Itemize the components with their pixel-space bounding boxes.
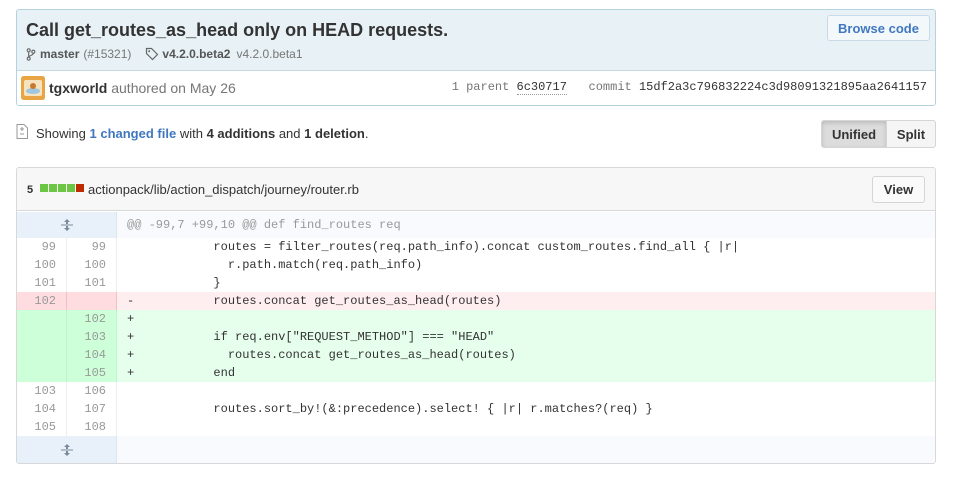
diff-lines: 99 99 routes = filter_routes(req.path_inf…	[17, 238, 935, 436]
file-header: 5 actionpack/lib/action_dispatch/journey…	[17, 168, 935, 211]
author-link[interactable]: tgxworld	[49, 80, 107, 96]
commit-title: Call get_routes_as_head only on HEAD req…	[26, 20, 449, 40]
unfold-icon	[60, 443, 73, 456]
code-line: }	[127, 276, 221, 290]
new-line-number[interactable]	[67, 292, 117, 310]
branch-link[interactable]: master	[40, 47, 79, 61]
diff-line: 103 106	[17, 382, 935, 400]
diffstat-block	[58, 184, 66, 192]
code-line: +	[127, 312, 135, 326]
old-line-number[interactable]	[17, 364, 67, 382]
new-line-number[interactable]: 100	[67, 256, 117, 274]
diffstat-block	[40, 184, 48, 192]
expand-down-button[interactable]	[17, 436, 117, 463]
new-line-number[interactable]: 102	[67, 310, 117, 328]
deletions-count: 1 deletion	[304, 126, 365, 141]
diff-line: 104 107 routes.sort_by!(&:precedence).sel…	[17, 400, 935, 418]
pull-request-link[interactable]: (#15321)	[83, 47, 131, 61]
hunk-header-row: @@ -99,7 +99,10 @@ def find_routes req	[17, 212, 935, 238]
showing-label: Showing	[36, 126, 86, 141]
old-line-number[interactable]	[17, 346, 67, 364]
diff-table: @@ -99,7 +99,10 @@ def find_routes req 9…	[17, 212, 935, 463]
expand-up-button[interactable]	[17, 212, 117, 238]
avatar[interactable]	[21, 76, 45, 100]
code-line: - routes.concat get_routes_as_head(route…	[127, 294, 502, 308]
diff-summary: Showing 1 changed file with 4 additions …	[36, 126, 368, 141]
new-line-number[interactable]: 104	[67, 346, 117, 364]
diff-view-toggle: Unified Split	[821, 120, 936, 148]
new-line-number[interactable]: 105	[67, 364, 117, 382]
code-line: r.path.match(req.path_info)	[127, 258, 423, 272]
parent-label: 1 parent	[451, 80, 510, 94]
diff-line: 104 + routes.concat get_routes_as_head(ro…	[17, 346, 935, 364]
commit-author-row: tgxworld authored on May 26 1 parent 6c3…	[17, 71, 935, 105]
tag-link-primary[interactable]: v4.2.0.beta2	[162, 47, 230, 61]
commit-shas: 1 parent 6c30717 commit 15df2a3c79683222…	[451, 80, 927, 95]
diff-line: 100 100 r.path.match(req.path_info)	[17, 256, 935, 274]
hunk-footer-text	[117, 436, 127, 463]
diffstat-block	[67, 184, 75, 192]
author-line: tgxworld authored on May 26	[49, 80, 236, 96]
old-line-number[interactable]	[17, 328, 67, 346]
diff-line: 101 101 }	[17, 274, 935, 292]
additions-count: 4 additions	[206, 126, 276, 141]
diffstat-blocks	[40, 184, 85, 192]
unfold-icon	[60, 219, 73, 231]
tag-link-secondary[interactable]: v4.2.0.beta1	[236, 47, 302, 61]
new-line-number[interactable]: 103	[67, 328, 117, 346]
diff-line: 102 +	[17, 310, 935, 328]
code-line: routes = filter_routes(req.path_info).co…	[127, 240, 740, 254]
old-line-number[interactable]: 102	[17, 292, 67, 310]
file-diff: 5 actionpack/lib/action_dispatch/journey…	[16, 167, 936, 464]
new-line-number[interactable]: 108	[67, 418, 117, 436]
summary-period: .	[364, 126, 369, 141]
diff-line: 99 99 routes = filter_routes(req.path_inf…	[17, 238, 935, 256]
changed-files-link[interactable]: 1 changed file	[90, 126, 177, 141]
unified-view-button[interactable]: Unified	[821, 120, 887, 148]
diff-line: 103 + if req.env["REQUEST_METHOD"] === "H…	[17, 328, 935, 346]
old-line-number[interactable]: 100	[17, 256, 67, 274]
avatar-image-icon	[21, 76, 45, 100]
authored-date: authored on May 26	[111, 80, 236, 96]
diffstat-block	[49, 184, 57, 192]
view-file-button[interactable]: View	[872, 176, 925, 203]
split-view-button[interactable]: Split	[887, 120, 936, 148]
diff-line: 102 - routes.concat get_routes_as_head(ro…	[17, 292, 935, 310]
old-line-number[interactable]: 104	[17, 400, 67, 418]
code-line: + if req.env["REQUEST_METHOD"] === "HEAD…	[127, 330, 495, 344]
file-diff-icon[interactable]	[16, 124, 28, 139]
code-line: + end	[127, 366, 236, 380]
new-line-number[interactable]: 107	[67, 400, 117, 418]
code-line: + routes.concat get_routes_as_head(route…	[127, 348, 516, 362]
old-line-number[interactable]: 99	[17, 238, 67, 256]
old-line-number[interactable]: 103	[17, 382, 67, 400]
new-line-number[interactable]: 106	[67, 382, 117, 400]
diff-line: 105 + end	[17, 364, 935, 382]
parent-sha-link[interactable]: 6c30717	[516, 80, 567, 95]
new-line-number[interactable]: 101	[67, 274, 117, 292]
old-line-number[interactable]: 101	[17, 274, 67, 292]
code-line: routes.sort_by!(&:precedence).select! { …	[127, 402, 653, 416]
commit-label: commit	[588, 80, 632, 94]
and-label: and	[278, 126, 301, 141]
hunk-header-text: @@ -99,7 +99,10 @@ def find_routes req	[127, 218, 401, 232]
commit-summary: Call get_routes_as_head only on HEAD req…	[17, 10, 935, 71]
old-line-number[interactable]	[17, 310, 67, 328]
commit-header: Call get_routes_as_head only on HEAD req…	[16, 9, 936, 106]
with-label: with	[179, 126, 203, 141]
commit-meta: master (#15321) v4.2.0.beta2 v4.2.0.beta…	[26, 47, 303, 61]
tag-icon	[146, 47, 159, 61]
branch-icon	[26, 47, 36, 61]
hunk-footer-row	[17, 436, 935, 463]
diffstat-block	[76, 184, 84, 192]
commit-sha: 15df2a3c796832224c3d98091321895aa2641157	[638, 80, 927, 94]
old-line-number[interactable]: 105	[17, 418, 67, 436]
diffstat-count: 5	[27, 184, 34, 196]
file-path[interactable]: actionpack/lib/action_dispatch/journey/r…	[88, 182, 359, 197]
diff-line: 105 108	[17, 418, 935, 436]
browse-code-button[interactable]: Browse code	[827, 15, 930, 41]
new-line-number[interactable]: 99	[67, 238, 117, 256]
